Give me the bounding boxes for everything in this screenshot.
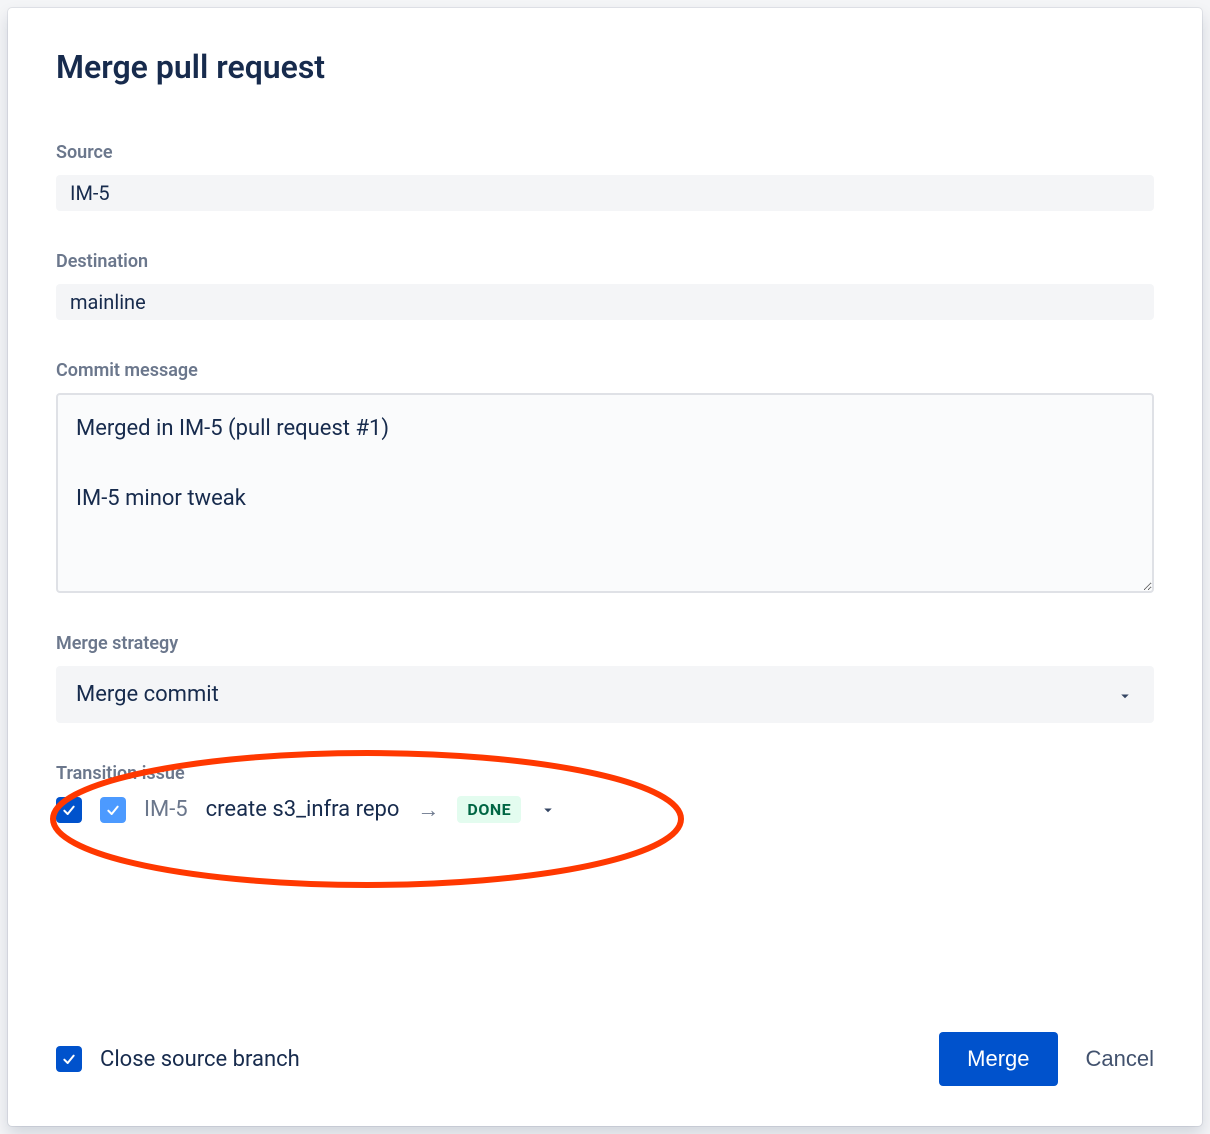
- footer-actions: Merge Cancel: [939, 1032, 1154, 1086]
- commit-message-label: Commit message: [56, 360, 1154, 381]
- status-badge: DONE: [457, 796, 521, 823]
- issue-key: IM-5: [144, 797, 188, 822]
- close-source-branch-option: Close source branch: [56, 1046, 300, 1072]
- merge-button[interactable]: Merge: [939, 1032, 1057, 1086]
- merge-strategy-value: Merge commit: [76, 682, 219, 707]
- destination-label: Destination: [56, 251, 1154, 272]
- cancel-button[interactable]: Cancel: [1086, 1046, 1154, 1072]
- status-dropdown-chevron-icon[interactable]: [539, 801, 557, 819]
- source-branch-tag: IM-5: [56, 175, 1154, 211]
- transition-issue-checkbox[interactable]: [100, 797, 126, 823]
- chevron-down-icon: [1116, 686, 1134, 704]
- destination-branch-tag: mainline: [56, 284, 1154, 320]
- merge-pull-request-dialog: Merge pull request Source IM-5 Destinati…: [8, 8, 1202, 1126]
- transition-all-checkbox[interactable]: [56, 797, 82, 823]
- source-label: Source: [56, 142, 1154, 163]
- close-source-branch-label: Close source branch: [100, 1047, 300, 1072]
- close-source-branch-checkbox[interactable]: [56, 1046, 82, 1072]
- merge-strategy-label: Merge strategy: [56, 633, 1154, 654]
- arrow-right-icon: →: [417, 797, 439, 823]
- transition-issue-row: IM-5 create s3_infra repo → DONE: [56, 796, 1154, 823]
- transition-issue-label: Transition issue: [56, 763, 1154, 784]
- dialog-footer: Close source branch Merge Cancel: [56, 1032, 1154, 1086]
- commit-message-input[interactable]: [56, 393, 1154, 593]
- dialog-title: Merge pull request: [56, 48, 1154, 86]
- merge-strategy-select[interactable]: Merge commit: [56, 666, 1154, 723]
- issue-title: create s3_infra repo: [206, 797, 400, 822]
